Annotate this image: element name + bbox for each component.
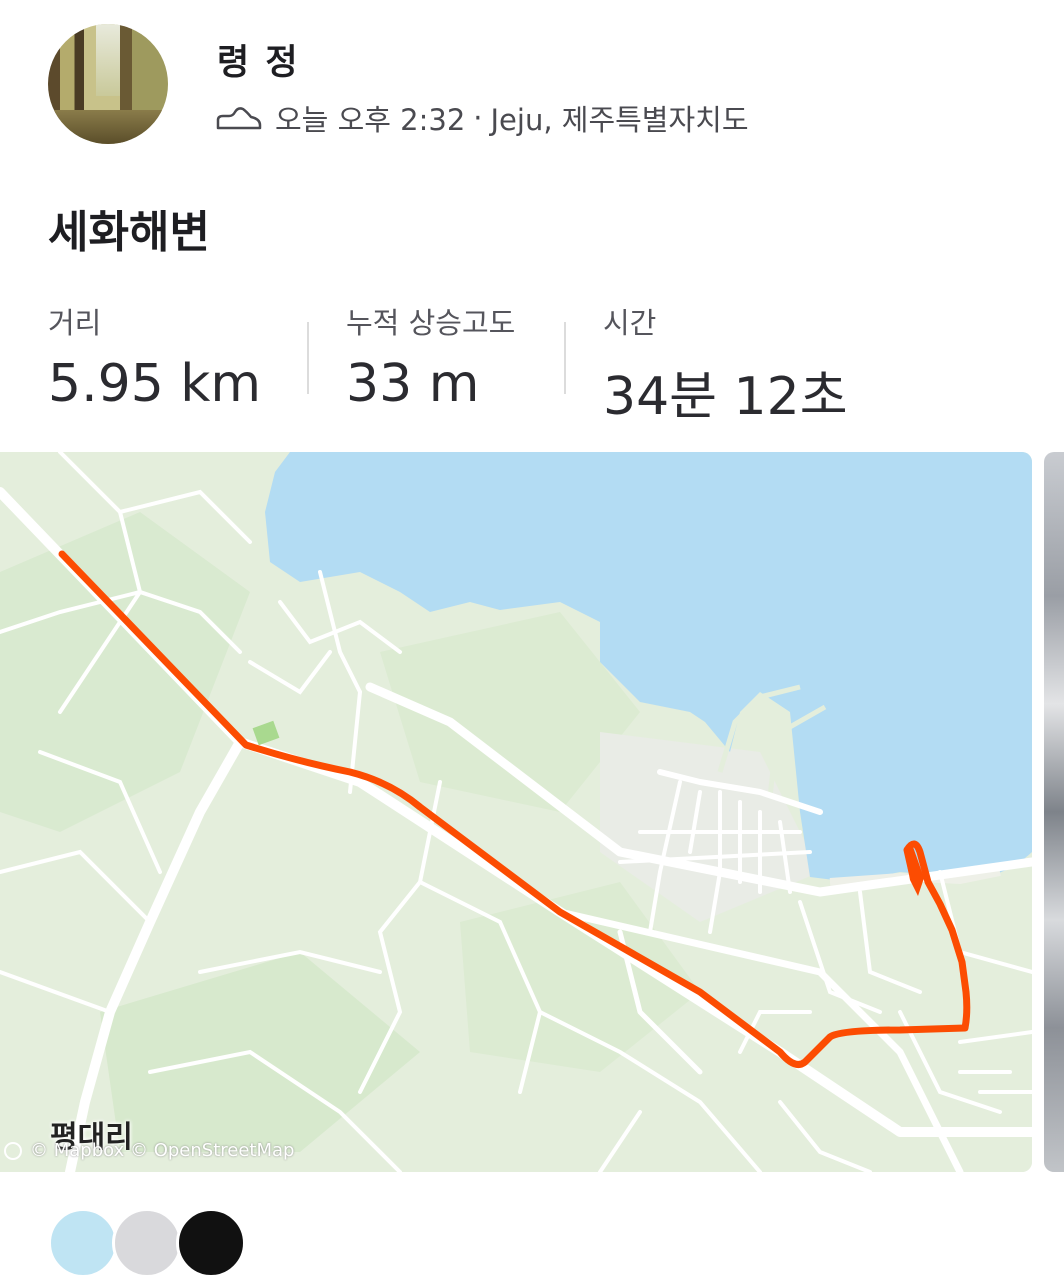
avatar[interactable]: [48, 24, 168, 144]
stat-time: 시간 34분 12초: [603, 300, 848, 429]
kudos-avatar[interactable]: [48, 1208, 118, 1278]
stat-value: 5.95 km: [48, 354, 262, 414]
activity-location: Jeju, 제주특별자치도: [490, 103, 749, 137]
activity-timestamp: 오늘 오후 2:32: [275, 103, 466, 137]
stat-elevation: 누적 상승고도 33 m: [346, 300, 515, 414]
kudos-avatar[interactable]: [112, 1208, 182, 1278]
kudos-avatar[interactable]: [176, 1208, 246, 1278]
shoe-icon: [216, 107, 262, 130]
stat-distance: 거리 5.95 km: [48, 300, 261, 414]
activity-title[interactable]: 세화해변: [48, 196, 210, 260]
stat-divider: [307, 322, 309, 394]
meta-separator: ·: [473, 101, 483, 135]
stat-value: 34분 12초: [603, 367, 848, 427]
activity-meta: 오늘 오후 2:32 · Jeju, 제주특별자치도: [215, 98, 749, 138]
athlete-name[interactable]: 령 정: [217, 34, 300, 85]
stat-label: 거리: [48, 306, 102, 340]
next-media-preview[interactable]: [1044, 452, 1064, 1172]
stat-value: 33 m: [346, 354, 480, 414]
stat-label: 시간: [603, 306, 657, 340]
route-map[interactable]: 1112: [0, 452, 1032, 1172]
info-icon[interactable]: [4, 1141, 22, 1160]
stat-label: 누적 상승고도: [346, 306, 516, 340]
attribution-text: © Mapbox © OpenStreetMap: [30, 1140, 295, 1161]
map-attribution[interactable]: © Mapbox © OpenStreetMap: [4, 1140, 294, 1161]
stat-divider: [564, 322, 566, 394]
